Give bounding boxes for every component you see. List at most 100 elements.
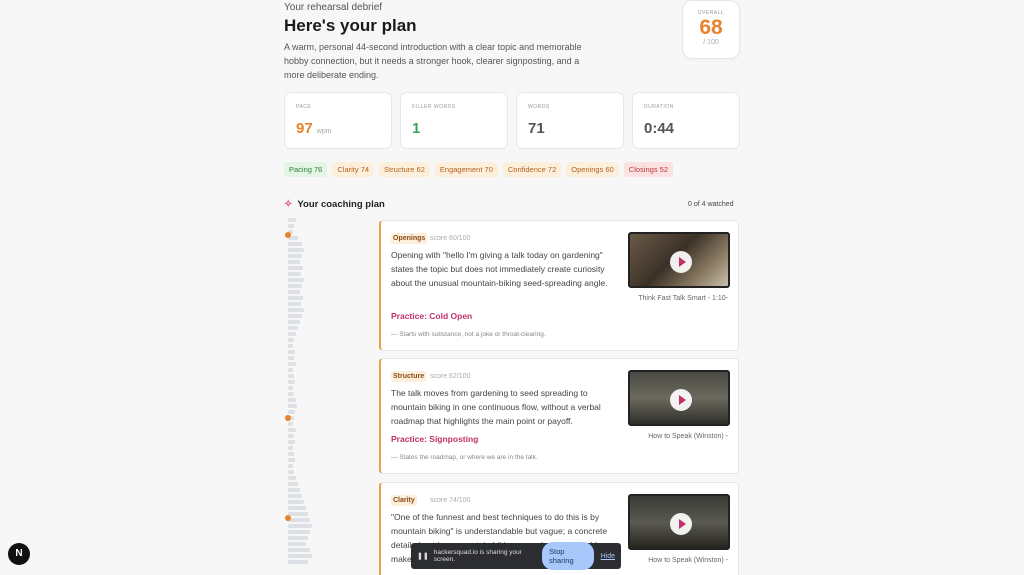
share-message: hackersquad.io is sharing your screen.: [433, 549, 522, 563]
timeline-bar: [288, 266, 303, 270]
timeline-bar: [288, 356, 294, 360]
card-body: Opening with "hello I'm giving a talk to…: [391, 250, 608, 288]
metric-pace: PACE 97 wpm: [284, 92, 392, 149]
timeline-bar: [288, 368, 293, 372]
timeline-bar: [288, 548, 310, 552]
timeline-bar: [288, 398, 296, 402]
timeline-bar: [288, 464, 293, 468]
timeline-bar: [288, 542, 306, 546]
timeline-bar: [288, 500, 304, 504]
video-thumbnail[interactable]: [628, 232, 730, 288]
practice-link-cold-open[interactable]: Practice: Cold Open: [391, 311, 472, 321]
card-score: score 74/100: [430, 497, 471, 504]
card-tag: Clarity: [391, 495, 417, 506]
card-body: The talk moves from gardening to seed sp…: [391, 388, 601, 426]
play-icon[interactable]: [670, 513, 692, 535]
timeline-bar: [288, 224, 294, 228]
watched-count: 0 of 4 watched: [688, 201, 734, 208]
timeline-bar: [288, 392, 294, 396]
coaching-plan-heading: ✧ Your coaching plan: [284, 199, 385, 210]
card-score: score 60/100: [430, 235, 471, 242]
timeline-bar: [288, 440, 295, 444]
timeline-bar: [288, 518, 310, 522]
timeline-bar: [288, 524, 312, 528]
timeline-bar: [288, 344, 293, 348]
video-thumbnail[interactable]: [628, 370, 730, 426]
metric-label: PACE: [296, 104, 312, 110]
timeline-bar: [288, 428, 296, 432]
play-icon[interactable]: [670, 251, 692, 273]
metric-duration: DURATION 0:44: [632, 92, 740, 149]
card-note: — States the roadmap, or where we are in…: [391, 454, 538, 461]
card-tag: Structure: [391, 371, 427, 382]
play-icon[interactable]: [670, 389, 692, 411]
chip-closings: Closings 52: [623, 162, 673, 177]
pause-icon: ❚❚: [417, 553, 429, 560]
coaching-plan-title: Your coaching plan: [297, 199, 385, 210]
timeline-marker[interactable]: [285, 415, 291, 421]
timeline-bar: [288, 530, 310, 534]
summary-text: A warm, personal 44-second introduction …: [284, 42, 582, 80]
timeline-bar: [288, 242, 302, 246]
timeline-bar: [288, 308, 304, 312]
timeline-bar: [288, 326, 298, 330]
overall-score-card: OVERALL 68 / 100: [682, 0, 740, 59]
coaching-card-structure: Structure score 62/100 The talk moves fr…: [379, 358, 739, 474]
rehearsal-debrief-eyebrow: Your rehearsal debrief: [284, 2, 383, 13]
metric-filler-words: FILLER WORDS 1: [400, 92, 508, 149]
chip-structure: Structure 62: [379, 162, 430, 177]
page-title: Here's your plan: [284, 16, 417, 35]
timeline-bar: [288, 290, 300, 294]
score-chips: Pacing 76 Clarity 74 Structure 62 Engage…: [284, 162, 673, 177]
timeline-bar: [288, 506, 306, 510]
timeline-bar: [288, 296, 303, 300]
timeline-bar: [288, 314, 302, 318]
app-logo[interactable]: N: [8, 543, 30, 565]
timeline-bar: [288, 248, 304, 252]
metric-value: 97 wpm: [296, 120, 332, 137]
timeline-bar: [288, 272, 301, 276]
timeline-bar: [288, 374, 294, 378]
card-tag: Openings: [391, 233, 428, 244]
card-note: — Starts with substance, not a joke or t…: [391, 331, 546, 338]
timeline-bar: [288, 458, 295, 462]
screen-share-bar: ❚❚ hackersquad.io is sharing your screen…: [411, 542, 621, 570]
timeline-bar: [288, 470, 294, 474]
timeline-bar: [288, 554, 312, 558]
timeline-bar: [288, 488, 300, 492]
timeline-bar: [288, 278, 304, 282]
timeline-bar: [288, 476, 296, 480]
stop-sharing-button[interactable]: Stop sharing: [542, 542, 594, 570]
timeline-bar: [288, 380, 295, 384]
timeline-bar: [288, 422, 293, 426]
timeline-bar: [288, 434, 294, 438]
card-score: score 62/100: [430, 373, 471, 380]
metric-label: WORDS: [528, 104, 550, 110]
timeline-bar: [288, 284, 302, 288]
timeline-bar: [288, 254, 302, 258]
hide-share-bar-link[interactable]: Hide: [601, 553, 615, 560]
timeline-marker[interactable]: [285, 515, 291, 521]
timeline-bar: [288, 332, 296, 336]
timeline-bar: [288, 452, 294, 456]
metric-unit: wpm: [316, 128, 332, 135]
video-thumbnail[interactable]: [628, 494, 730, 550]
coaching-card-openings: Openings score 60/100 Opening with "hell…: [379, 220, 739, 351]
practice-link-signposting[interactable]: Practice: Signposting: [391, 434, 478, 444]
timeline-bar: [288, 446, 293, 450]
video-caption: Think Fast Talk Smart - 1:10-: [638, 295, 728, 302]
timeline-bar: [288, 338, 294, 342]
metric-value: 1: [412, 120, 421, 137]
timeline-bar: [288, 218, 296, 222]
timeline-bar: [288, 512, 308, 516]
timeline-bar: [288, 482, 298, 486]
timeline-bar: [288, 260, 300, 264]
transcript-timeline[interactable]: [285, 218, 315, 575]
chip-engagement: Engagement 70: [434, 162, 498, 177]
chip-openings: Openings 60: [566, 162, 619, 177]
timeline-marker[interactable]: [285, 232, 291, 238]
metric-value: 0:44: [644, 120, 675, 137]
chip-clarity: Clarity 74: [332, 162, 375, 177]
video-caption: How to Speak (Winston) -: [648, 557, 728, 564]
timeline-bar: [288, 362, 296, 366]
